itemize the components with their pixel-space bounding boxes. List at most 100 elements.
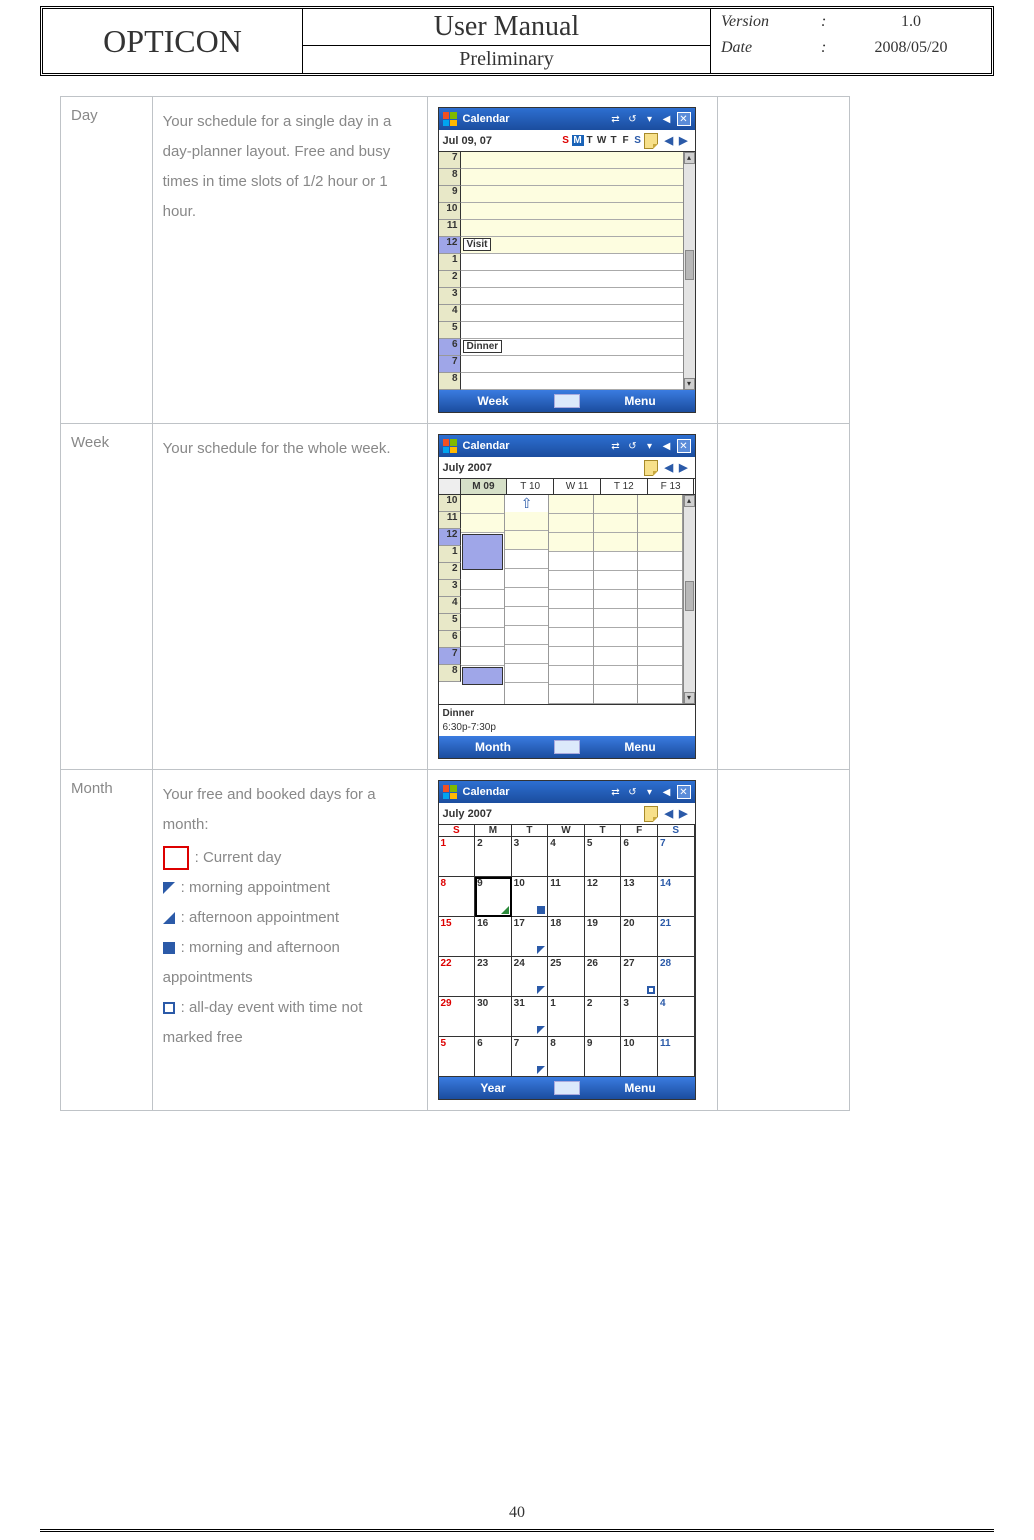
keyboard-icon[interactable] xyxy=(554,1081,580,1095)
month-cell[interactable]: 2 xyxy=(585,997,622,1037)
softkey-right[interactable]: Menu xyxy=(586,1081,695,1095)
month-cell[interactable]: 28 xyxy=(658,957,695,997)
sync-icon[interactable]: ↺ xyxy=(626,785,640,799)
week-col-wed[interactable]: W 11 xyxy=(554,479,601,494)
week-col-data-tue[interactable]: ⇧ xyxy=(505,495,549,704)
day-date[interactable]: Jul 09, 07 xyxy=(443,135,560,147)
prev-arrow-icon[interactable]: ◀ xyxy=(662,134,676,147)
antenna-icon[interactable]: ▾ xyxy=(643,112,657,126)
scroll-thumb[interactable] xyxy=(685,250,694,280)
prev-arrow-icon[interactable]: ◀ xyxy=(662,807,676,820)
week-col-mon[interactable]: M 09 xyxy=(461,479,508,494)
month-cell[interactable]: 11 xyxy=(548,877,585,917)
month-cell[interactable]: 22 xyxy=(439,957,476,997)
month-cell[interactable]: 10 xyxy=(621,1037,658,1077)
week-appointment-block-2[interactable] xyxy=(462,667,503,685)
windows-flag-icon[interactable] xyxy=(443,785,457,799)
note-icon[interactable] xyxy=(644,133,658,149)
next-arrow-icon[interactable]: ▶ xyxy=(676,134,690,147)
sync-icon[interactable]: ↺ xyxy=(626,112,640,126)
windows-flag-icon[interactable] xyxy=(443,439,457,453)
week-col-data-thu[interactable] xyxy=(594,495,638,704)
month-cell[interactable]: 9 xyxy=(585,1037,622,1077)
month-cell[interactable]: 27 xyxy=(621,957,658,997)
softkey-right[interactable]: Menu xyxy=(586,740,695,754)
month-cell[interactable]: 1 xyxy=(439,837,476,877)
weekday-s2[interactable]: S xyxy=(632,135,644,146)
windows-flag-icon[interactable] xyxy=(443,112,457,126)
month-cell[interactable]: 17 xyxy=(512,917,549,957)
month-cell[interactable]: 10 xyxy=(512,877,549,917)
month-cell[interactable]: 7 xyxy=(658,837,695,877)
signal-icon[interactable]: ⇄ xyxy=(609,112,623,126)
month-cell[interactable]: 30 xyxy=(475,997,512,1037)
note-icon[interactable] xyxy=(644,460,658,476)
keyboard-icon[interactable] xyxy=(554,394,580,408)
month-cell[interactable]: 1 xyxy=(548,997,585,1037)
antenna-icon[interactable]: ▾ xyxy=(643,439,657,453)
scrollbar[interactable]: ▴ ▾ xyxy=(683,495,695,704)
month-cell[interactable]: 18 xyxy=(548,917,585,957)
month-cell[interactable]: 2 xyxy=(475,837,512,877)
weekday-s[interactable]: S xyxy=(560,135,572,146)
week-strip[interactable]: S M T W T F S xyxy=(560,135,644,146)
note-icon[interactable] xyxy=(644,806,658,822)
month-cell[interactable]: 4 xyxy=(548,837,585,877)
month-cell[interactable]: 14 xyxy=(658,877,695,917)
month-cell[interactable]: 5 xyxy=(585,837,622,877)
signal-icon[interactable]: ⇄ xyxy=(609,439,623,453)
month-cell[interactable]: 19 xyxy=(585,917,622,957)
close-icon[interactable]: ✕ xyxy=(677,112,691,126)
month-cell[interactable]: 9 xyxy=(475,877,512,917)
weekday-t[interactable]: T xyxy=(584,135,596,146)
close-icon[interactable]: ✕ xyxy=(677,785,691,799)
signal-icon[interactable]: ⇄ xyxy=(609,785,623,799)
month-cell[interactable]: 8 xyxy=(439,877,476,917)
antenna-icon[interactable]: ▾ xyxy=(643,785,657,799)
month-cell[interactable]: 6 xyxy=(475,1037,512,1077)
month-cell[interactable]: 16 xyxy=(475,917,512,957)
month-cell[interactable]: 24 xyxy=(512,957,549,997)
softkey-left[interactable]: Month xyxy=(439,740,548,754)
month-cell[interactable]: 20 xyxy=(621,917,658,957)
speaker-icon[interactable]: ◀ xyxy=(660,785,674,799)
month-cell[interactable]: 26 xyxy=(585,957,622,997)
prev-arrow-icon[interactable]: ◀ xyxy=(662,461,676,474)
scroll-thumb[interactable] xyxy=(685,581,694,611)
appointment-dinner[interactable]: Dinner xyxy=(463,340,503,353)
sync-icon[interactable]: ↺ xyxy=(626,439,640,453)
month-grid[interactable]: 1234567891011121314151617181920212223242… xyxy=(439,837,695,1077)
week-col-data-fri[interactable] xyxy=(638,495,682,704)
close-icon[interactable]: ✕ xyxy=(677,439,691,453)
weekday-w[interactable]: W xyxy=(596,135,608,146)
week-col-fri[interactable]: F 13 xyxy=(648,479,695,494)
month-cell[interactable]: 12 xyxy=(585,877,622,917)
week-col-data-wed[interactable] xyxy=(549,495,593,704)
slots-column[interactable]: Visit Dinner xyxy=(461,152,683,390)
softkey-left[interactable]: Year xyxy=(439,1081,548,1095)
scrollbar[interactable]: ▴ ▾ xyxy=(683,152,695,390)
month-cell[interactable]: 3 xyxy=(512,837,549,877)
week-col-thu[interactable]: T 12 xyxy=(601,479,648,494)
month-cell[interactable]: 25 xyxy=(548,957,585,997)
scroll-down-icon[interactable]: ▾ xyxy=(684,378,695,390)
weekday-m-selected[interactable]: M xyxy=(572,135,584,146)
month-cell[interactable]: 13 xyxy=(621,877,658,917)
week-appointment-block[interactable] xyxy=(462,534,503,570)
weekday-t2[interactable]: T xyxy=(608,135,620,146)
week-col-data-mon[interactable] xyxy=(461,495,505,704)
softkey-left[interactable]: Week xyxy=(439,394,548,408)
week-col-tue[interactable]: T 10 xyxy=(507,479,554,494)
speaker-icon[interactable]: ◀ xyxy=(660,439,674,453)
month-cell[interactable]: 8 xyxy=(548,1037,585,1077)
month-cell[interactable]: 5 xyxy=(439,1037,476,1077)
month-cell[interactable]: 3 xyxy=(621,997,658,1037)
month-cell[interactable]: 7 xyxy=(512,1037,549,1077)
scroll-down-icon[interactable]: ▾ xyxy=(684,692,695,704)
month-cell[interactable]: 23 xyxy=(475,957,512,997)
softkey-right[interactable]: Menu xyxy=(586,394,695,408)
month-cell[interactable]: 11 xyxy=(658,1037,695,1077)
scroll-up-icon[interactable]: ▴ xyxy=(684,495,695,507)
speaker-icon[interactable]: ◀ xyxy=(660,112,674,126)
next-arrow-icon[interactable]: ▶ xyxy=(676,461,690,474)
